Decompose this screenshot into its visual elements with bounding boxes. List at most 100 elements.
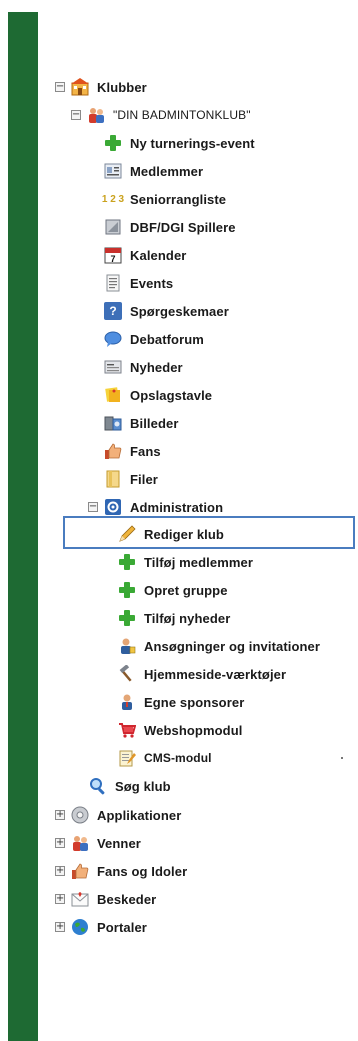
tree-item-webshopmodul[interactable]: Webshopmodul — [118, 718, 242, 742]
pencil-edit-icon — [118, 525, 136, 543]
tree-item-hjemmeside[interactable]: Hjemmeside-værktøjer — [118, 662, 286, 686]
ranking-numbers-icon: 1 2 3 — [101, 193, 125, 205]
tree-label-venner: Venner — [97, 835, 141, 851]
document-list-icon — [104, 274, 122, 292]
tree-label-sporgeskemaer: Spørgeskemaer — [130, 303, 229, 319]
magnifier-search-icon — [89, 777, 107, 795]
envelope-message-icon — [71, 890, 89, 908]
tree-label-ny-turnering: Ny turnerings-event — [130, 135, 255, 151]
tree-item-dbf-dgi[interactable]: DBF/DGI Spillere — [104, 215, 236, 239]
tree-label-kalender: Kalender — [130, 247, 187, 263]
user-request-icon — [118, 637, 136, 655]
tree-item-debatforum[interactable]: Debatforum — [104, 327, 204, 351]
tree-item-sog-klub[interactable]: Søg klub — [89, 774, 171, 798]
tree-label-fans: Fans — [130, 443, 161, 459]
green-plus-icon — [118, 553, 136, 571]
expand-toggle-fans-og-idoler[interactable]: + — [55, 866, 65, 876]
tree-label-medlemmer: Medlemmer — [130, 163, 204, 179]
tree-item-fans[interactable]: Fans — [104, 439, 161, 463]
tree-label-events: Events — [130, 275, 174, 291]
tree-item-events[interactable]: Events — [104, 271, 173, 295]
tree-item-tilfoj-medlemmer[interactable]: Tilføj medlemmer — [118, 550, 253, 574]
globe-icon — [71, 918, 89, 936]
tree-node-klubber[interactable]: − Klubber — [55, 75, 147, 99]
tree-node-club[interactable]: − "DIN BADMINTONKLUB" — [71, 103, 251, 127]
tree-node-portaler[interactable]: + Portaler — [55, 915, 147, 939]
stray-dot — [341, 757, 343, 759]
tree-label-klubber: Klubber — [97, 79, 147, 95]
tree-node-fans-og-idoler[interactable]: + Fans og Idoler — [55, 859, 187, 883]
newspaper-icon — [104, 358, 122, 376]
hammer-tool-icon — [118, 665, 136, 683]
expand-toggle-beskeder[interactable]: + — [55, 894, 65, 904]
tree-item-sporgeskemaer[interactable]: ? Spørgeskemaer — [104, 299, 229, 323]
tree-label-dbf-dgi: DBF/DGI Spillere — [130, 219, 236, 235]
tree-item-kalender[interactable]: 7 Kalender — [104, 243, 186, 267]
tree-label-portaler: Portaler — [97, 919, 147, 935]
tree-label-sog-klub: Søg klub — [115, 778, 171, 794]
tree-label-opret-gruppe: Opret gruppe — [144, 582, 228, 598]
tree-label-tilfoj-nyheder: Tilføj nyheder — [144, 610, 231, 626]
tree-label-club: "DIN BADMINTONKLUB" — [113, 108, 251, 122]
collapse-toggle-club[interactable]: − — [71, 110, 81, 120]
tree-item-filer[interactable]: Filer — [104, 467, 158, 491]
tree-label-rediger-klub: Rediger klub — [144, 526, 224, 542]
tree-label-seniorrangliste: Seniorrangliste — [130, 191, 227, 207]
tree-item-ansogninger[interactable]: Ansøgninger og invitationer — [118, 634, 320, 658]
thumbs-up-icon — [104, 442, 122, 460]
gear-settings-icon — [104, 498, 122, 516]
tree-label-debatforum: Debatforum — [130, 331, 204, 347]
tree-label-administration: Administration — [130, 499, 224, 515]
svg-text:7: 7 — [110, 254, 115, 264]
tree-item-cms-modul[interactable]: CMS-modul — [118, 746, 212, 770]
tree-item-medlemmer[interactable]: Medlemmer — [104, 159, 203, 183]
tree-node-applikationer[interactable]: + Applikationer — [55, 803, 181, 827]
tree-item-ny-turnering[interactable]: Ny turnerings-event — [104, 131, 255, 155]
tree-label-billeder: Billeder — [130, 415, 179, 431]
disc-application-icon — [71, 806, 89, 824]
tree-item-nyheder[interactable]: Nyheder — [104, 355, 183, 379]
tree-item-seniorrangliste[interactable]: 1 2 3 Seniorrangliste — [101, 187, 227, 211]
tree-label-beskeder: Beskeder — [97, 891, 157, 907]
tree-node-beskeder[interactable]: + Beskeder — [55, 887, 156, 911]
calendar-icon: 7 — [104, 246, 122, 264]
tree-label-opslagstavle: Opslagstavle — [130, 387, 213, 403]
question-mark-icon: ? — [104, 302, 122, 320]
tree-label-tilfoj-medlemmer: Tilføj medlemmer — [144, 554, 254, 570]
tree-label-applikationer: Applikationer — [97, 807, 182, 823]
tree-node-venner[interactable]: + Venner — [55, 831, 141, 855]
green-plus-icon — [118, 609, 136, 627]
navigation-tree: − Klubber − "DIN BADMINTONKLUB" Ny turne… — [0, 0, 358, 1041]
tree-label-hjemmeside: Hjemmeside-værktøjer — [144, 666, 287, 682]
camera-images-icon — [104, 414, 122, 432]
tree-label-webshopmodul: Webshopmodul — [144, 722, 243, 738]
tree-item-tilfoj-nyheder[interactable]: Tilføj nyheder — [118, 606, 230, 630]
green-plus-icon — [104, 134, 122, 152]
member-card-icon — [104, 162, 122, 180]
tree-item-opret-gruppe[interactable]: Opret gruppe — [118, 578, 228, 602]
expand-toggle-venner[interactable]: + — [55, 838, 65, 848]
tree-item-billeder[interactable]: Billeder — [104, 411, 178, 435]
shopping-cart-icon — [118, 721, 136, 739]
speech-bubble-icon — [104, 330, 122, 348]
friends-icon — [71, 834, 89, 852]
tree-item-rediger-klub[interactable]: Rediger klub — [118, 522, 224, 546]
expand-toggle-applikationer[interactable]: + — [55, 810, 65, 820]
notepad-pencil-icon — [118, 749, 136, 767]
clubhouse-icon — [71, 78, 89, 96]
tree-item-egne-sponsorer[interactable]: Egne sponsorer — [118, 690, 244, 714]
tree-label-egne-sponsorer: Egne sponsorer — [144, 694, 245, 710]
expand-toggle-portaler[interactable]: + — [55, 922, 65, 932]
collapse-toggle-administration[interactable]: − — [88, 502, 98, 512]
thumbs-up-icon — [71, 862, 89, 880]
group-users-icon — [87, 106, 105, 124]
tree-label-fans-og-idoler: Fans og Idoler — [97, 863, 188, 879]
tree-item-opslagstavle[interactable]: Opslagstavle — [104, 383, 212, 407]
tree-label-cms-modul: CMS-modul — [144, 751, 212, 765]
sticky-note-icon — [104, 386, 122, 404]
player-card-icon — [104, 218, 122, 236]
tree-label-ansogninger: Ansøgninger og invitationer — [144, 638, 321, 654]
collapse-toggle-klubber[interactable]: − — [55, 82, 65, 92]
sponsor-person-icon — [118, 693, 136, 711]
folder-file-icon — [104, 470, 122, 488]
